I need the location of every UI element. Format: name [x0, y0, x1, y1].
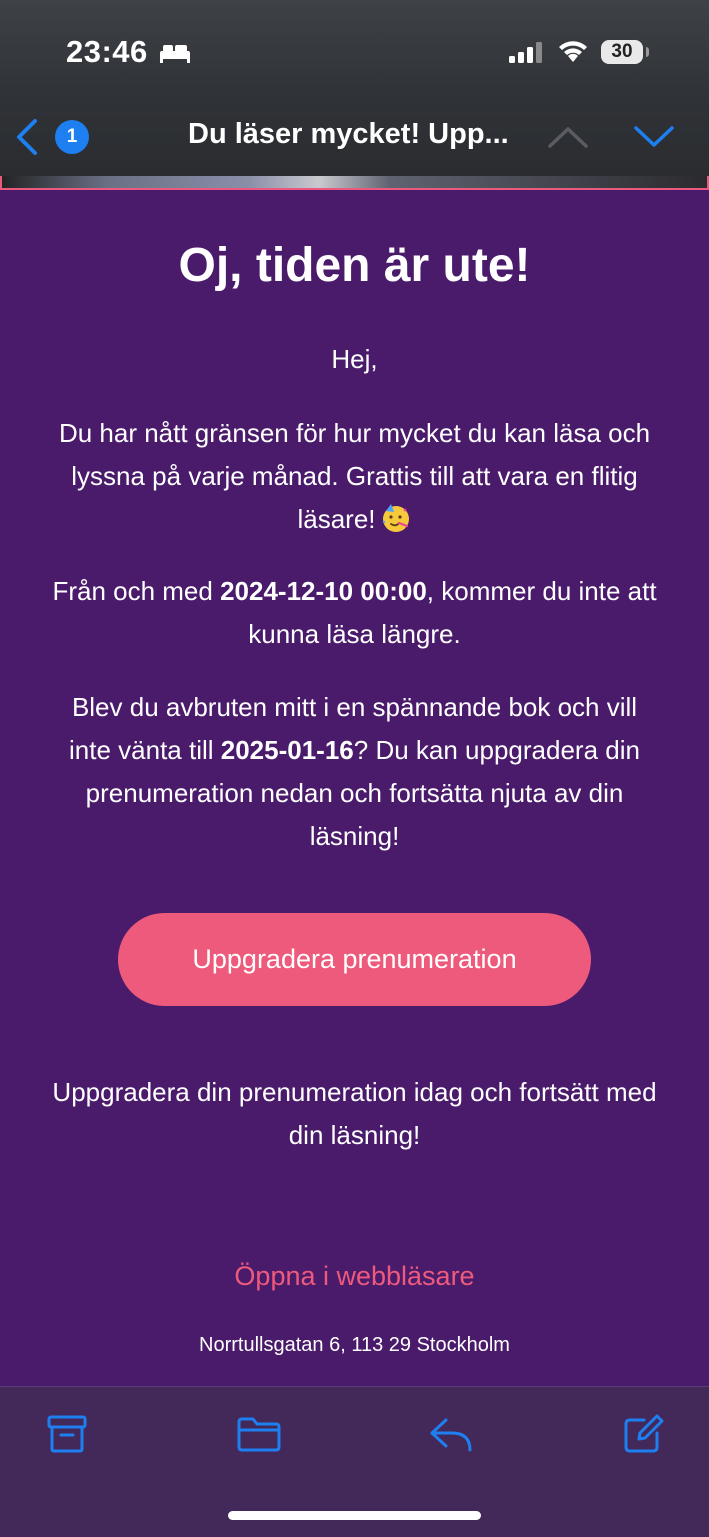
bed-icon [160, 45, 190, 63]
back-chevron-icon[interactable] [14, 118, 40, 156]
limit-paragraph-text: Du har nått gränsen för hur mycket du ka… [58, 418, 651, 534]
email-headline: Oj, tiden är ute! [178, 239, 531, 292]
down-chevron-icon[interactable] [633, 124, 675, 150]
folder-icon[interactable] [236, 1414, 282, 1454]
cellular-signal-icon [509, 42, 542, 63]
upgrade-paragraph: Blev du avbruten mitt i en spännande bok… [50, 686, 659, 858]
status-time: 23:46 [66, 34, 148, 69]
closing-paragraph: Uppgradera din prenumeration idag och fo… [52, 1077, 657, 1150]
home-indicator[interactable] [228, 1511, 481, 1520]
partying-face-icon [382, 504, 409, 532]
email-subject-title: Du läser mycket! Upp... [188, 118, 509, 150]
battery-tip [646, 47, 649, 57]
limit-paragraph: Du har nått gränsen för hur mycket du ka… [50, 412, 659, 541]
cutoff-date: 2024-12-10 00:00 [220, 576, 427, 606]
up-chevron-icon[interactable] [547, 124, 589, 150]
battery-indicator: 30 [601, 40, 643, 64]
hero-image-border [0, 176, 709, 190]
company-address: Norrtullsgatan 6, 113 29 Stockholm [199, 1334, 510, 1356]
upgrade-subscription-button[interactable]: Uppgradera prenumeration [118, 913, 591, 1006]
unread-count-badge[interactable]: 1 [55, 120, 89, 154]
reply-icon[interactable] [428, 1414, 474, 1454]
date-paragraph: Från och med 2024-12-10 00:00, kommer du… [50, 570, 659, 656]
compose-icon[interactable] [622, 1414, 664, 1454]
greeting-text: Hej, [331, 344, 378, 374]
renewal-date: 2025-01-16 [220, 735, 354, 765]
wifi-icon [559, 41, 587, 62]
archive-icon[interactable] [46, 1414, 88, 1454]
open-in-browser-link[interactable]: Öppna i webbläsare [0, 1261, 709, 1292]
date-paragraph-prefix: Från och med [52, 576, 221, 606]
navigation-header [0, 0, 709, 178]
